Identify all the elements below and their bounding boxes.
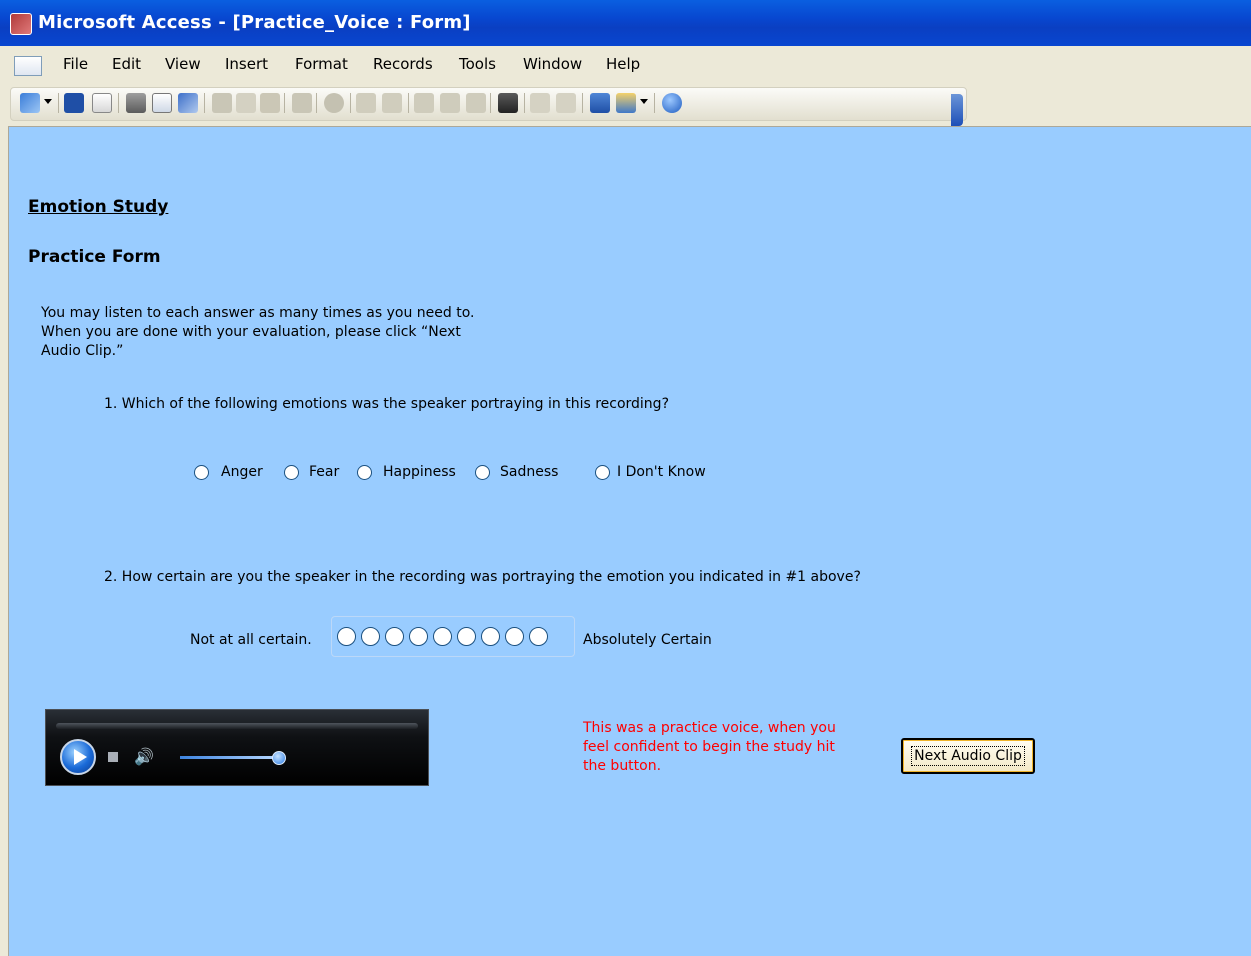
design-view-icon[interactable] (20, 93, 40, 113)
menu-tools[interactable]: Tools (459, 55, 496, 73)
play-icon[interactable] (60, 739, 96, 775)
volume-slider[interactable] (180, 756, 280, 759)
radio-sadness[interactable] (475, 465, 490, 480)
toolbar-separator (654, 93, 655, 113)
delete-record-icon[interactable] (556, 93, 576, 113)
form-title: Emotion Study (28, 197, 169, 217)
scale-high-label: Absolutely Certain (583, 632, 712, 648)
save-icon[interactable] (64, 93, 84, 113)
scale-radio-5[interactable] (433, 627, 452, 646)
volume-slider-knob[interactable] (272, 751, 286, 765)
form-icon[interactable] (14, 56, 42, 76)
menu-file[interactable]: File (63, 55, 88, 73)
volume-icon[interactable]: 🔊 (134, 747, 154, 766)
scale-radio-1[interactable] (337, 627, 356, 646)
apply-filter-icon[interactable] (466, 93, 486, 113)
hyperlink-icon[interactable] (324, 93, 344, 113)
radio-anger[interactable] (194, 465, 209, 480)
menu-insert[interactable]: Insert (225, 55, 268, 73)
scale-radio-9[interactable] (529, 627, 548, 646)
scale-radio-2[interactable] (361, 627, 380, 646)
new-record-icon[interactable] (530, 93, 550, 113)
seek-bar[interactable] (56, 723, 418, 729)
scale-radio-6[interactable] (457, 627, 476, 646)
label-dont-know: I Don't Know (617, 464, 706, 480)
find-icon[interactable] (498, 93, 518, 113)
menu-format[interactable]: Format (295, 55, 348, 73)
print-preview-icon[interactable] (152, 93, 172, 113)
radio-fear[interactable] (284, 465, 299, 480)
toolbar (0, 82, 1251, 127)
scale-radio-7[interactable] (481, 627, 500, 646)
media-player: 🔊 (45, 709, 429, 786)
menu-edit[interactable]: Edit (112, 55, 141, 73)
new-object-icon[interactable] (616, 93, 636, 113)
print-icon[interactable] (126, 93, 146, 113)
toolbar-separator (316, 93, 317, 113)
radio-dont-know[interactable] (595, 465, 610, 480)
access-app-icon[interactable] (10, 13, 32, 35)
paste-icon[interactable] (260, 93, 280, 113)
menu-bar: File Edit View Insert Format Records Too… (0, 46, 1251, 83)
menu-view[interactable]: View (165, 55, 201, 73)
scale-low-label: Not at all certain. (190, 632, 312, 648)
help-icon[interactable] (662, 93, 682, 113)
filter-by-selection-icon[interactable] (414, 93, 434, 113)
sort-ascending-icon[interactable] (356, 93, 376, 113)
toolbar-separator (284, 93, 285, 113)
next-audio-clip-label: Next Audio Clip (911, 746, 1025, 766)
practice-note: This was a practice voice, when you feel… (583, 720, 836, 774)
label-sadness: Sadness (500, 464, 559, 480)
title-bar: Microsoft Access - [Practice_Voice : For… (0, 0, 1251, 46)
form-window-border (0, 126, 9, 956)
cut-icon[interactable] (212, 93, 232, 113)
search-icon[interactable] (92, 93, 112, 113)
stop-icon[interactable] (108, 752, 118, 762)
copy-icon[interactable] (236, 93, 256, 113)
radio-happiness[interactable] (357, 465, 372, 480)
dropdown-arrow-icon[interactable] (640, 99, 648, 104)
scale-radio-4[interactable] (409, 627, 428, 646)
scale-radio-3[interactable] (385, 627, 404, 646)
toolbar-separator (582, 93, 583, 113)
toolbar-separator (490, 93, 491, 113)
question-2: 2. How certain are you the speaker in th… (104, 569, 861, 585)
dropdown-arrow-icon[interactable] (44, 99, 52, 104)
menu-window[interactable]: Window (523, 55, 582, 73)
next-audio-clip-button[interactable]: Next Audio Clip (901, 738, 1035, 774)
label-anger: Anger (221, 464, 263, 480)
form-subtitle: Practice Form (28, 247, 161, 267)
filter-by-form-icon[interactable] (440, 93, 460, 113)
menu-help[interactable]: Help (606, 55, 640, 73)
sort-descending-icon[interactable] (382, 93, 402, 113)
scale-radio-8[interactable] (505, 627, 524, 646)
label-fear: Fear (309, 464, 340, 480)
question-1: 1. Which of the following emotions was t… (104, 396, 669, 412)
spelling-icon[interactable] (178, 93, 198, 113)
toolbar-separator (350, 93, 351, 113)
label-happiness: Happiness (383, 464, 456, 480)
toolbar-separator (204, 93, 205, 113)
window-title: Microsoft Access - [Practice_Voice : For… (38, 12, 471, 33)
instructions-text: You may listen to each answer as many ti… (41, 305, 475, 359)
toolbar-separator (408, 93, 409, 113)
menu-records[interactable]: Records (373, 55, 433, 73)
toolbar-separator (58, 93, 59, 113)
database-window-icon[interactable] (590, 93, 610, 113)
toolbar-separator (524, 93, 525, 113)
toolbar-options-icon[interactable] (951, 94, 963, 126)
undo-icon[interactable] (292, 93, 312, 113)
toolbar-separator (118, 93, 119, 113)
